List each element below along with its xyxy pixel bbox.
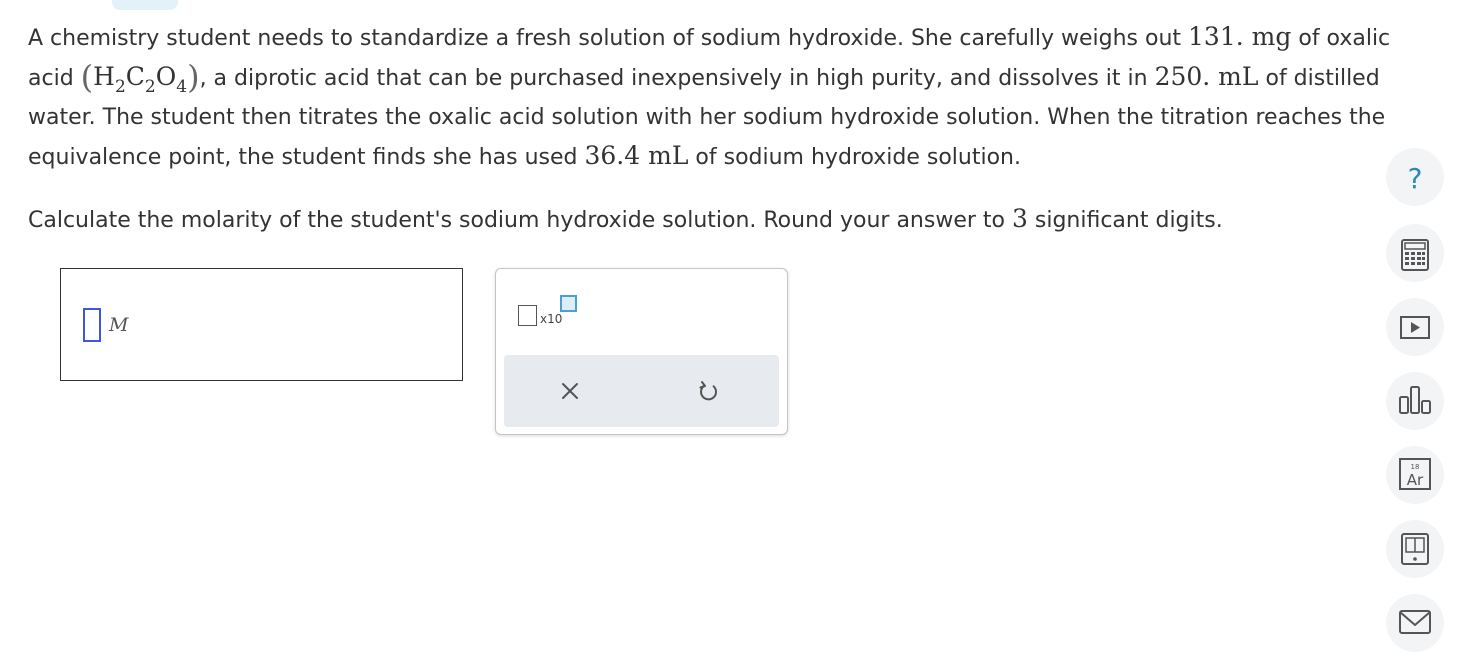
question-paragraph-1: A chemistry student needs to standardize… xyxy=(28,18,1423,177)
sci-notation-label: x10 xyxy=(540,312,563,326)
svg-text:Ar: Ar xyxy=(1407,471,1424,489)
water-volume-value: 250. mL xyxy=(1154,62,1259,91)
question-text-segment: A chemistry student needs to standardize… xyxy=(28,26,1189,51)
formula-h: H xyxy=(93,62,115,91)
svg-text:?: ? xyxy=(1408,162,1423,195)
naoh-volume-value: 36.4 mL xyxy=(584,141,689,170)
question-text-segment: significant digits. xyxy=(1027,208,1223,233)
top-tab-indicator xyxy=(112,0,178,10)
formula-o: O xyxy=(155,62,177,91)
question-text: A chemistry student needs to standardize… xyxy=(28,18,1423,240)
question-text-segment: , a diprotic acid that can be purchased … xyxy=(199,66,1155,91)
undo-button[interactable] xyxy=(692,375,724,407)
clear-button[interactable] xyxy=(554,375,586,407)
periodic-table-icon: 18 Ar xyxy=(1399,458,1431,490)
math-tool-panel: x10 xyxy=(495,268,788,435)
formula-open-paren: ( xyxy=(80,58,94,96)
sci-notation-base-box xyxy=(518,305,537,326)
envelope-icon xyxy=(1399,610,1431,634)
play-video-icon xyxy=(1400,316,1430,339)
mass-value: 131. mg xyxy=(1188,22,1292,51)
calculator-button[interactable] xyxy=(1386,224,1444,282)
answer-input-box[interactable]: M xyxy=(60,268,463,381)
book-icon xyxy=(1401,533,1429,565)
formula-c: C xyxy=(125,62,145,91)
answer-input-field[interactable] xyxy=(83,308,101,342)
question-text-segment: of sodium hydroxide solution. xyxy=(688,145,1021,170)
periodic-table-button[interactable]: 18 Ar xyxy=(1386,446,1444,504)
answer-unit-label: M xyxy=(109,314,129,336)
bar-chart-icon xyxy=(1399,386,1431,414)
formula-c-subscript: 2 xyxy=(144,77,156,97)
question-paragraph-2: Calculate the molarity of the student's … xyxy=(28,200,1423,240)
question-mark-icon: ? xyxy=(1408,162,1423,195)
tool-action-bar xyxy=(504,355,779,427)
undo-icon xyxy=(699,381,718,401)
data-chart-button[interactable] xyxy=(1386,372,1444,430)
sig-figs-value: 3 xyxy=(1011,204,1028,233)
reference-book-button[interactable] xyxy=(1386,520,1444,578)
sci-notation-exponent-box xyxy=(560,295,577,312)
svg-text:18: 18 xyxy=(1411,463,1420,471)
formula-close-paren: ) xyxy=(187,58,200,96)
question-text-segment: Calculate the molarity of the student's … xyxy=(28,208,1012,233)
close-icon xyxy=(562,383,578,399)
video-button[interactable] xyxy=(1386,298,1444,356)
formula-o-subscript: 4 xyxy=(176,77,188,97)
help-button[interactable]: ? xyxy=(1386,148,1444,206)
message-button[interactable] xyxy=(1386,594,1444,652)
formula-h-subscript: 2 xyxy=(114,77,126,97)
scientific-notation-button[interactable]: x10 xyxy=(518,291,578,331)
calculator-icon xyxy=(1401,239,1429,271)
oxalic-acid-formula: (H2C2O4) xyxy=(81,58,200,97)
